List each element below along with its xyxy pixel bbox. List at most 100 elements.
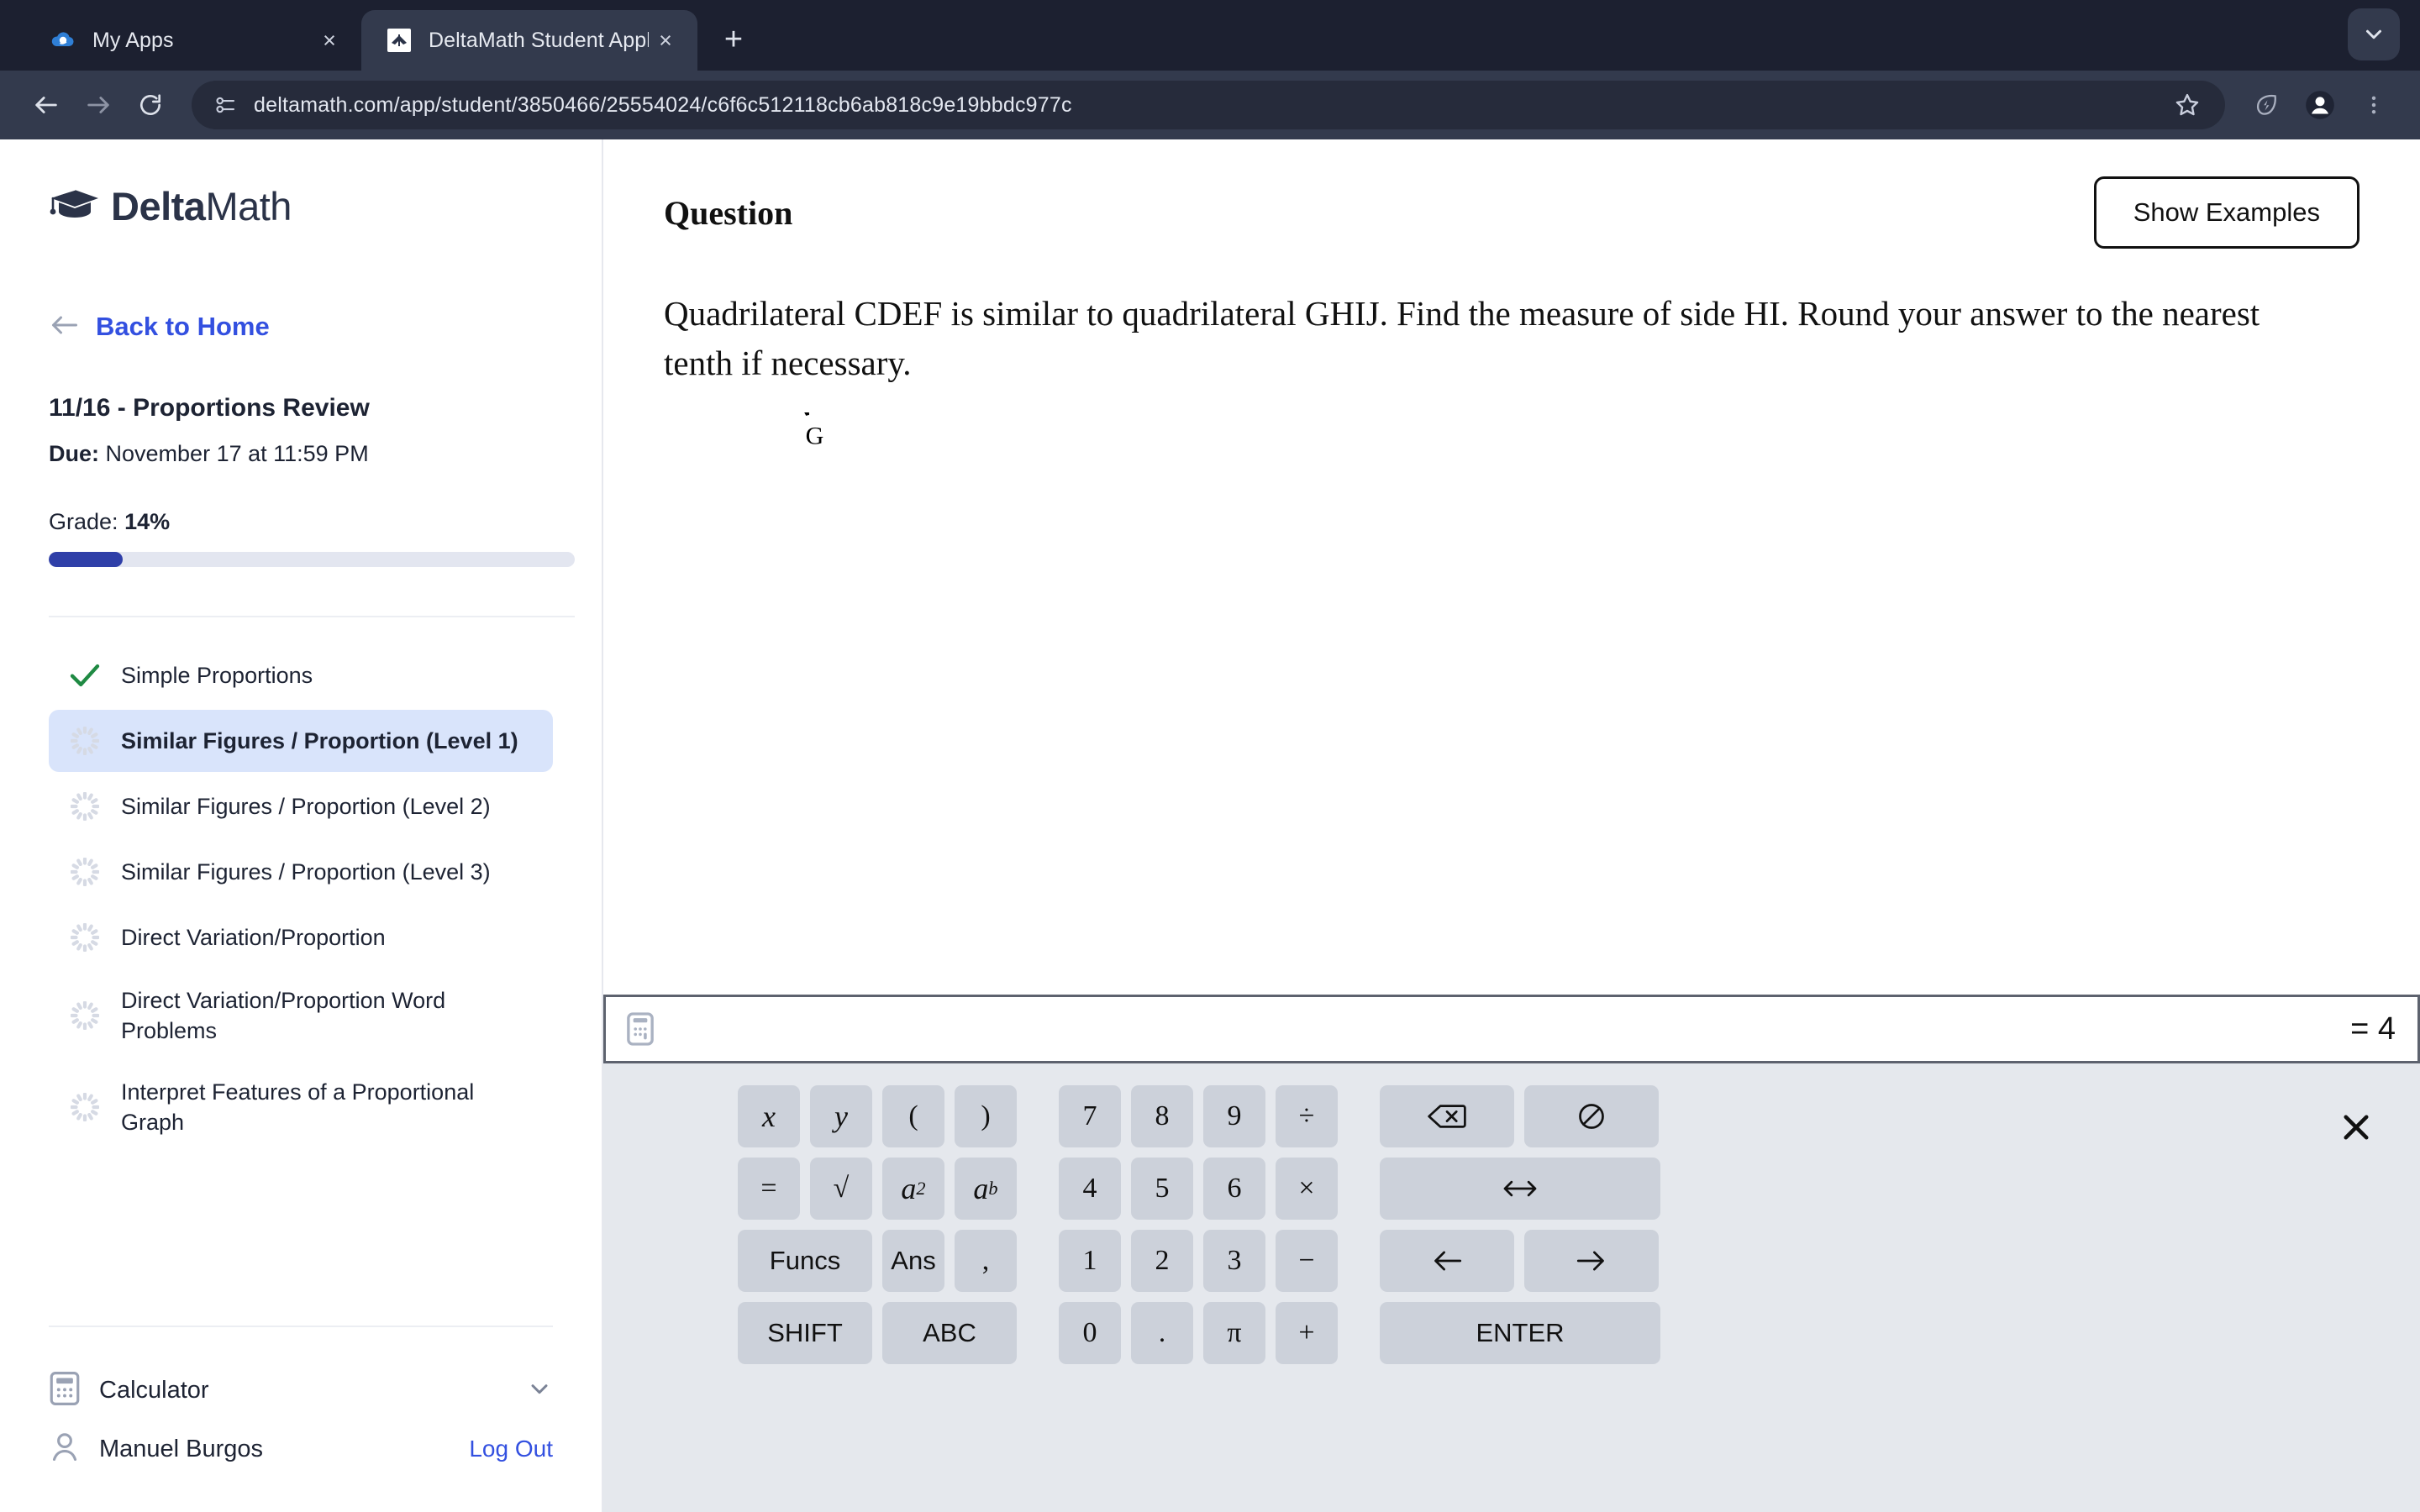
key-sym[interactable]: +: [1276, 1302, 1338, 1364]
skill-list: Simple Proportions Similar Figures / Prop…: [49, 644, 553, 1152]
key-sym[interactable]: =: [738, 1158, 800, 1220]
keypad-row: [1380, 1158, 1660, 1220]
key-sym[interactable]: π: [1203, 1302, 1265, 1364]
tab-my-apps[interactable]: My Apps ×: [25, 10, 361, 71]
new-tab-button[interactable]: +: [709, 15, 758, 64]
show-examples-button[interactable]: Show Examples: [2093, 176, 2360, 249]
sidebar-item-similar-figures-proportion-level-1[interactable]: Similar Figures / Proportion (Level 1): [49, 710, 553, 772]
key-sym[interactable]: ×: [1276, 1158, 1338, 1220]
key-3[interactable]: 3: [1203, 1230, 1265, 1292]
grade-row: Grade: 14%: [49, 509, 553, 535]
sidebar-item-interpret-features-of-a-proportional-graph[interactable]: Interpret Features of a Proportional Gra…: [49, 1063, 553, 1152]
three-dot-menu-icon[interactable]: [2349, 81, 2398, 129]
math-input-field[interactable]: [660, 997, 2350, 1061]
key-sym[interactable]: (: [882, 1085, 944, 1147]
sidebar-item-label: Direct Variation/Proportion: [121, 924, 386, 950]
keypad-row: ENTER: [1380, 1302, 1660, 1364]
key-funcs[interactable]: Funcs: [738, 1230, 872, 1292]
close-icon[interactable]: ×: [313, 24, 346, 57]
person-icon: [49, 1430, 81, 1469]
key-sym[interactable]: ÷: [1276, 1085, 1338, 1147]
url-text: deltamath.com/app/student/3850466/255540…: [254, 92, 1072, 117]
math-input-bar[interactable]: = 4: [603, 995, 2420, 1063]
site-settings-icon[interactable]: [210, 90, 240, 120]
key-sym[interactable]: ,: [955, 1230, 1017, 1292]
key-ans[interactable]: Ans: [882, 1230, 944, 1292]
sidebar-item-label: Interpret Features of a Proportional Gra…: [121, 1079, 475, 1136]
keypad-group-controls: ENTER: [1380, 1085, 1660, 1364]
key-left-right-arrow[interactable]: [1380, 1158, 1660, 1220]
math-keypad: x y() = √ a 2 a b Funcs Ans, SHIFT ABC 7 8 9 ÷ 4 5 6 × 1 2 3− 0…: [603, 1063, 2420, 1512]
logo-delta: Delta: [111, 184, 206, 228]
forward-arrow-icon[interactable]: [74, 81, 123, 129]
key-1[interactable]: 1: [1059, 1230, 1121, 1292]
sidebar-item-label: Simple Proportions: [121, 662, 313, 688]
progress-ring-icon: [67, 1089, 103, 1125]
reload-icon[interactable]: [126, 81, 175, 129]
deltamath-logo[interactable]: DeltaMath: [49, 183, 553, 229]
key-sym[interactable]: √: [810, 1158, 872, 1220]
user-row: Manuel Burgos Log Out: [49, 1420, 553, 1478]
sidebar-item-similar-figures-proportion-level-2[interactable]: Similar Figures / Proportion (Level 2): [49, 775, 553, 837]
sidebar-item-simple-proportions[interactable]: Simple Proportions: [49, 644, 553, 706]
progress-ring-icon: [67, 789, 103, 824]
key-a2[interactable]: a2: [882, 1158, 944, 1220]
browser-toolbar: deltamath.com/app/student/3850466/255540…: [0, 71, 2420, 139]
back-arrow-icon[interactable]: [22, 81, 71, 129]
sidebar-item-similar-figures-proportion-level-3[interactable]: Similar Figures / Proportion (Level 3): [49, 841, 553, 903]
keypad-row: 4 5 6 ×: [1059, 1158, 1338, 1220]
key-sym[interactable]: .: [1131, 1302, 1193, 1364]
key-y[interactable]: y: [810, 1085, 872, 1147]
key-4[interactable]: 4: [1059, 1158, 1121, 1220]
key-backspace[interactable]: [1380, 1085, 1514, 1147]
key-x[interactable]: x: [738, 1085, 800, 1147]
leaf-performance-icon[interactable]: [2242, 81, 2291, 129]
close-keypad-button[interactable]: [2333, 1104, 2380, 1151]
footer-divider: [49, 1326, 553, 1327]
logout-link[interactable]: Log Out: [469, 1436, 553, 1462]
key-8[interactable]: 8: [1131, 1085, 1193, 1147]
user-name: Manuel Burgos: [99, 1435, 264, 1462]
progress-ring-icon: [67, 723, 103, 759]
key-6[interactable]: 6: [1203, 1158, 1265, 1220]
browser-window: My Apps × DeltaMath Student Application …: [0, 0, 2420, 1512]
keypad-row: [1380, 1230, 1660, 1292]
key-sym[interactable]: −: [1276, 1230, 1338, 1292]
sidebar-divider: [49, 616, 575, 617]
back-to-home-label: Back to Home: [96, 312, 270, 341]
close-icon[interactable]: ×: [649, 24, 682, 57]
key-ab[interactable]: ab: [955, 1158, 1017, 1220]
chevron-down-icon[interactable]: [526, 1375, 553, 1406]
key-5[interactable]: 5: [1131, 1158, 1193, 1220]
geometry-figure: CDEF2147GHIJ8: [603, 223, 2420, 1017]
sidebar-item-direct-variation-proportion-word-problems[interactable]: Direct Variation/Proportion Word Problem…: [49, 972, 553, 1060]
calculator-row[interactable]: Calculator: [49, 1361, 553, 1420]
key-0[interactable]: 0: [1059, 1302, 1121, 1364]
math-result-text: = 4: [2350, 1011, 2396, 1047]
keypad-row: SHIFT ABC: [738, 1302, 1017, 1364]
calculator-icon[interactable]: [621, 1010, 660, 1048]
key-arrow-right[interactable]: [1524, 1230, 1659, 1292]
key-arrow-left[interactable]: [1380, 1230, 1514, 1292]
profile-avatar-icon[interactable]: [2296, 81, 2344, 129]
key-enter[interactable]: ENTER: [1380, 1302, 1660, 1364]
tab-deltamath[interactable]: DeltaMath Student Application ×: [361, 10, 697, 71]
back-to-home-link[interactable]: Back to Home: [49, 312, 553, 342]
tab-search-button[interactable]: [2348, 8, 2400, 60]
logo-math: Math: [205, 184, 292, 228]
progress-ring-icon: [67, 854, 103, 890]
tab-title: DeltaMath Student Application: [429, 28, 649, 52]
key-shift[interactable]: SHIFT: [738, 1302, 872, 1364]
bookmark-star-icon[interactable]: [2168, 86, 2207, 124]
address-bar[interactable]: deltamath.com/app/student/3850466/255540…: [192, 81, 2225, 129]
key-7[interactable]: 7: [1059, 1085, 1121, 1147]
keypad-group-symbols: x y() = √ a 2 a b Funcs Ans, SHIFT ABC: [738, 1085, 1017, 1364]
graduation-cap-icon: [49, 185, 101, 228]
key-sym[interactable]: ): [955, 1085, 1017, 1147]
key-clear[interactable]: [1524, 1085, 1659, 1147]
key-abc[interactable]: ABC: [882, 1302, 1017, 1364]
sidebar-item-direct-variation-proportion[interactable]: Direct Variation/Proportion: [49, 906, 553, 969]
tab-strip: My Apps × DeltaMath Student Application …: [0, 0, 2420, 71]
key-2[interactable]: 2: [1131, 1230, 1193, 1292]
key-9[interactable]: 9: [1203, 1085, 1265, 1147]
